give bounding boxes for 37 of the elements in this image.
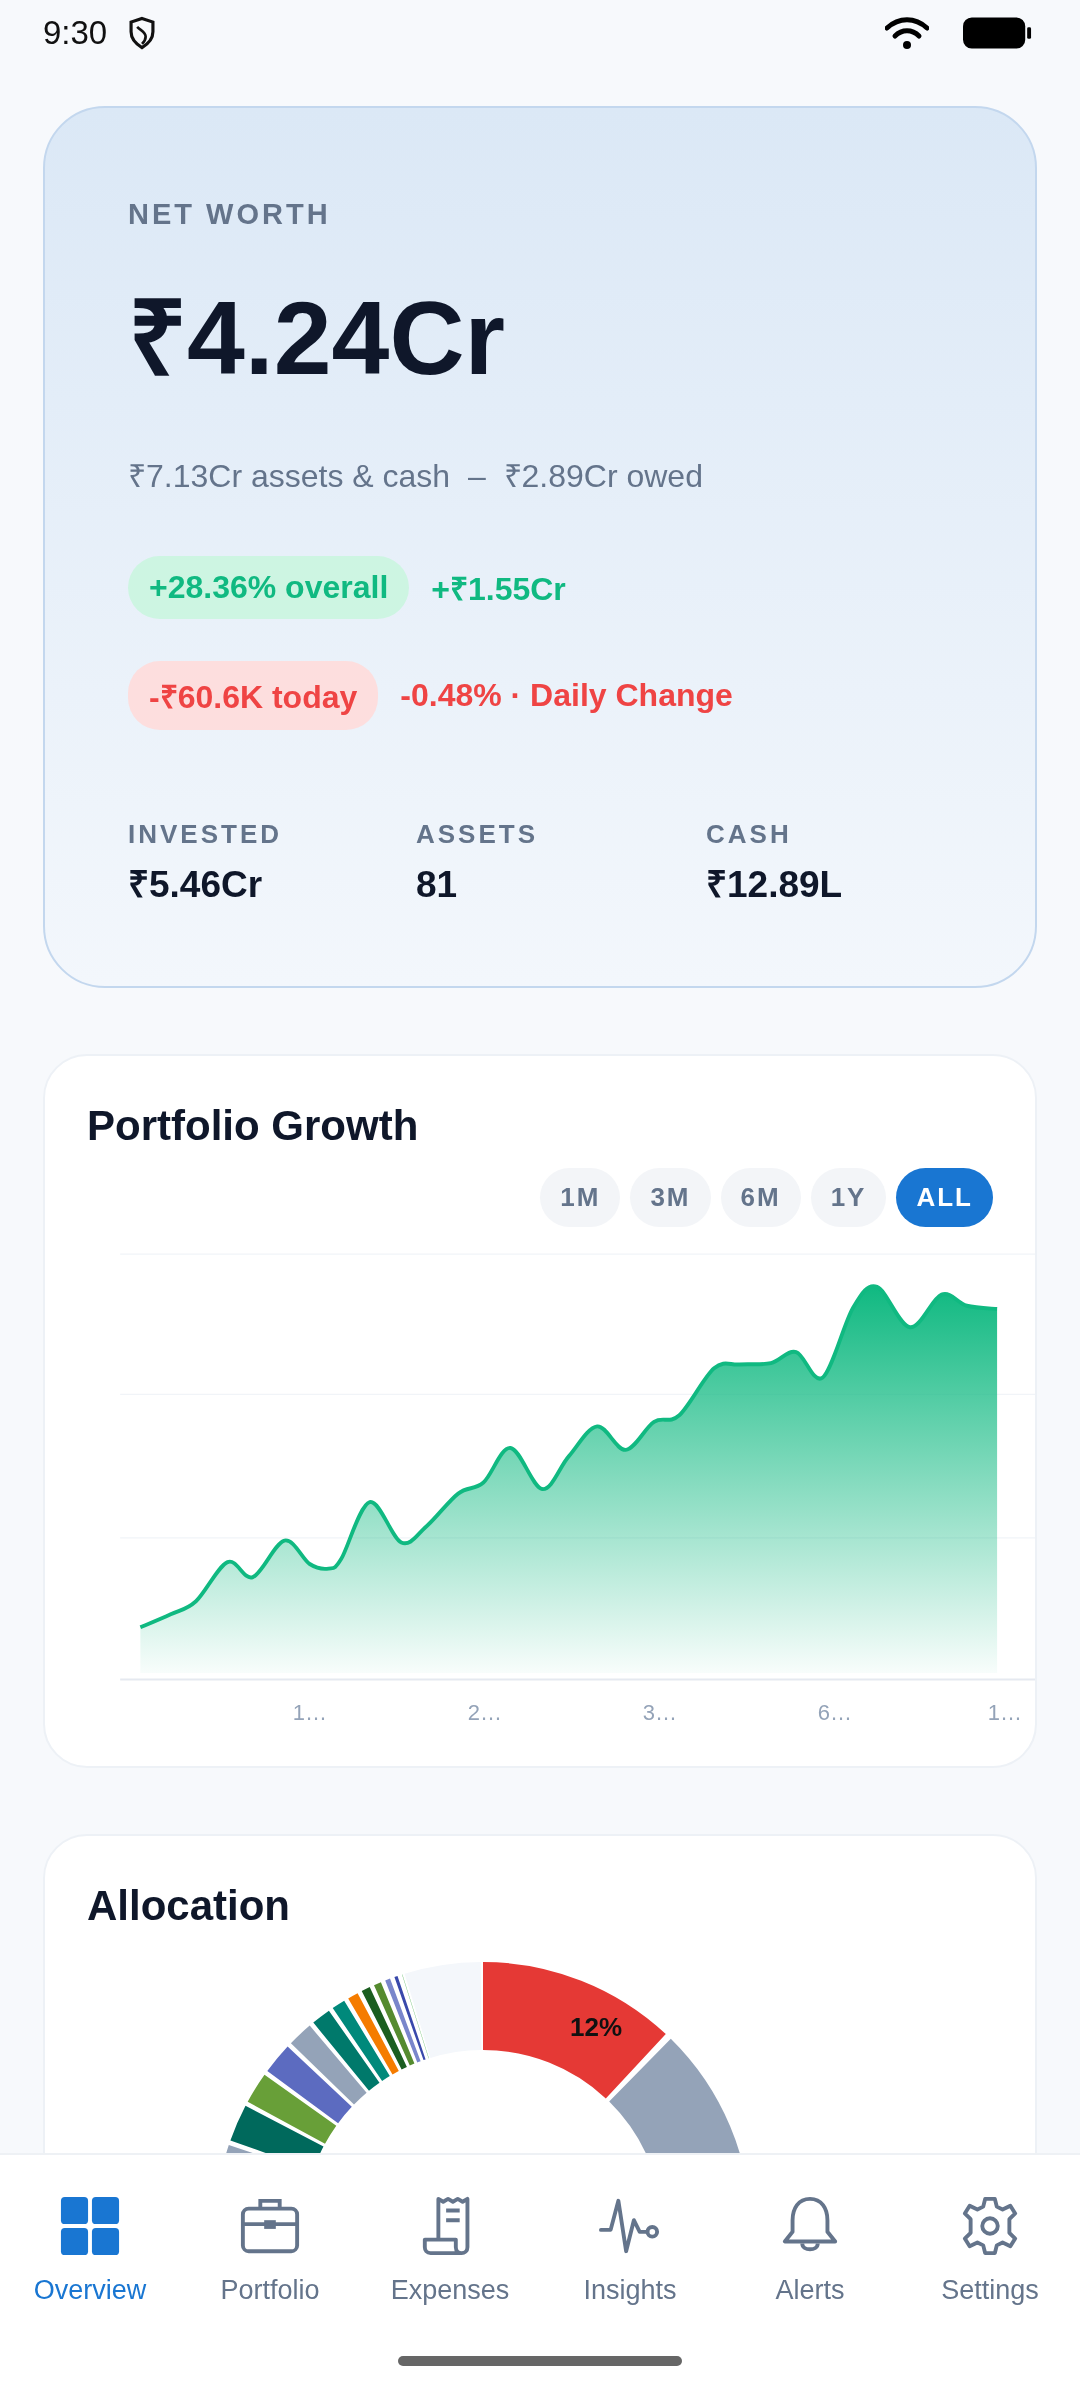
wifi-icon [885, 17, 929, 49]
change-amount: +₹1.55Cr [431, 570, 566, 610]
nav-tab[interactable]: Settings [900, 2195, 1080, 2306]
stat-label: INVESTED [128, 818, 284, 851]
change-badge: +28.36% overall [128, 556, 410, 620]
stat-value: 81 [416, 863, 459, 908]
card-title: Allocation [87, 1882, 291, 1931]
x-axis-label: 1… [292, 1700, 327, 1727]
x-axis-label: 1… [987, 1700, 1022, 1727]
change-amount: -0.48% · Daily Change [400, 677, 733, 715]
net-worth-breakdown: ₹7.13Cr assets & cash – ₹2.89Cr owed [128, 457, 704, 497]
stat-label: ASSETS [416, 818, 540, 851]
slice-percentage-label: 12% [570, 2012, 623, 2044]
x-axis-label: 2… [467, 1700, 502, 1727]
grid-icon [59, 2195, 121, 2257]
nav-tab[interactable]: Overview [0, 2195, 180, 2306]
change-badge: -₹60.6K today [128, 661, 379, 731]
stat-label: CASH [706, 818, 793, 851]
nav-tab[interactable]: Insights [540, 2195, 720, 2306]
x-axis-label: 6… [817, 1700, 852, 1727]
x-axis-label: 3… [642, 1700, 677, 1727]
stat-value: ₹12.89L [706, 863, 844, 908]
card-title: Portfolio Growth [87, 1102, 420, 1151]
range-tab[interactable]: 1Y [810, 1168, 887, 1228]
stat-value: ₹5.46Cr [128, 863, 264, 908]
range-tab[interactable]: 1M [540, 1168, 621, 1228]
range-tab[interactable]: ALL [896, 1168, 993, 1228]
nav-tab[interactable]: Portfolio [180, 2195, 360, 2306]
nav-tab[interactable]: Alerts [720, 2195, 900, 2306]
nav-tab[interactable]: Expenses [360, 2195, 540, 2306]
battery-icon [963, 16, 1033, 50]
shield-icon [127, 16, 158, 50]
status-time: 9:30 [43, 14, 108, 52]
range-tab[interactable]: 6M [720, 1168, 801, 1228]
net-worth-value: ₹4.24Cr [128, 281, 506, 396]
net-worth-label: NET WORTH [128, 198, 332, 231]
range-tab[interactable]: 3M [630, 1168, 711, 1228]
